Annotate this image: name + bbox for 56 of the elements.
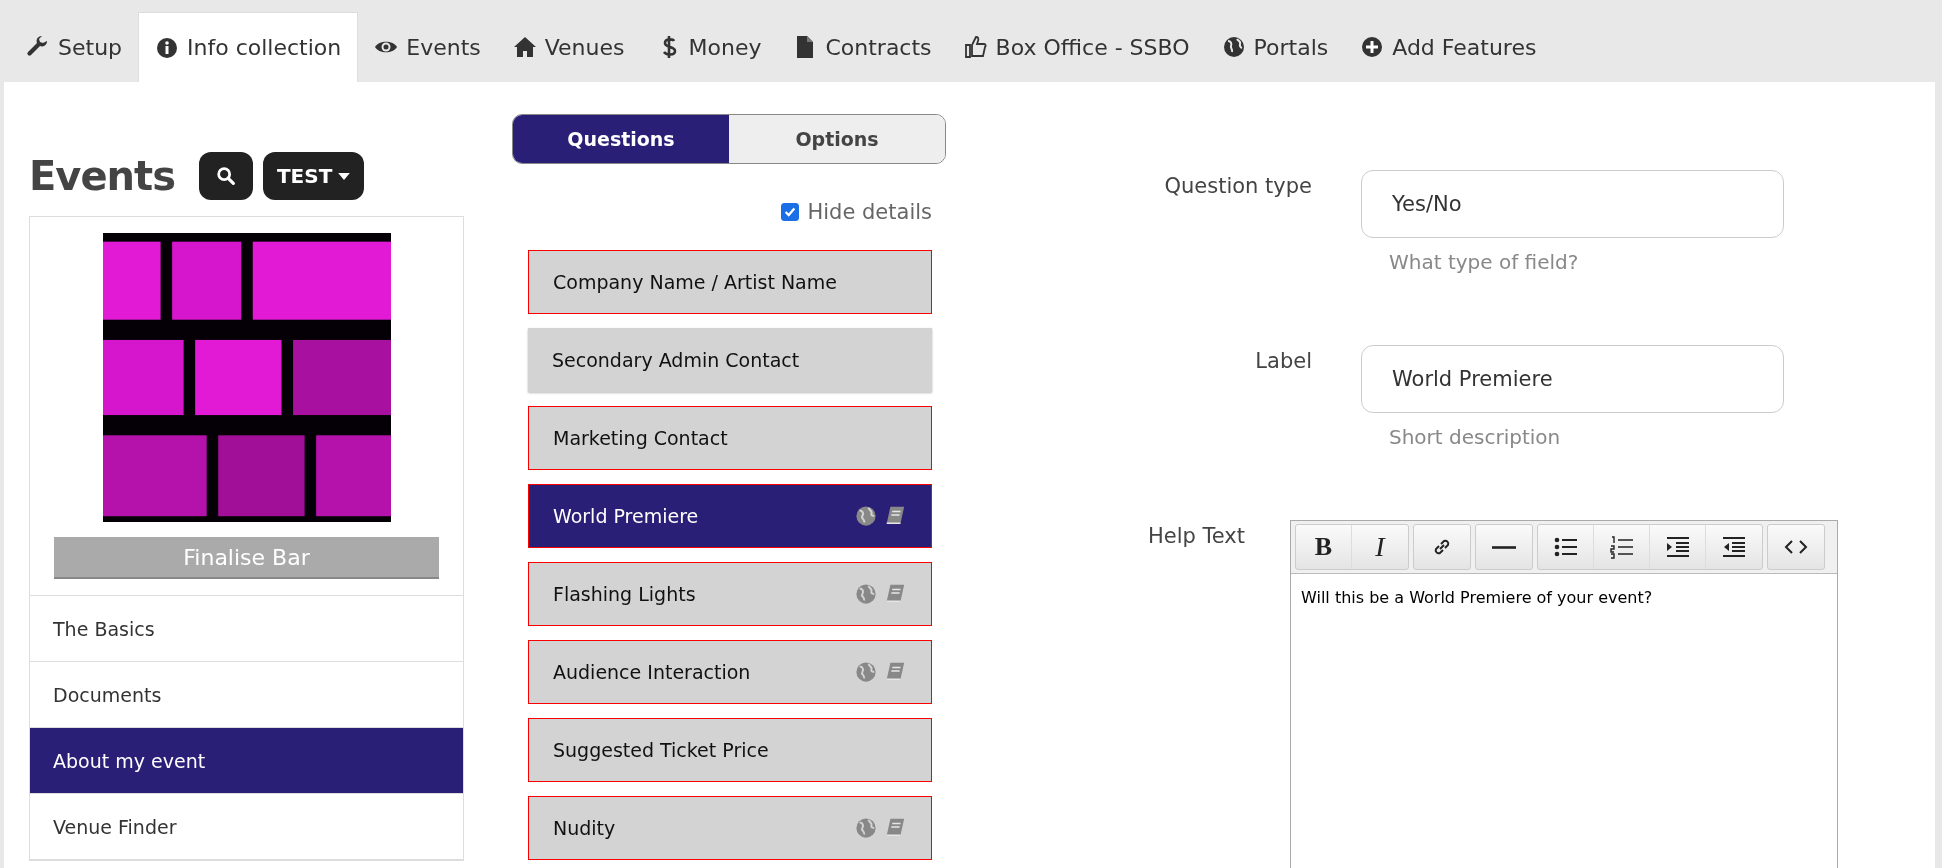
question-item[interactable]: Suggested Ticket Price [528,718,932,782]
sidebar-item[interactable]: The Basics [30,596,463,662]
search-button[interactable] [198,152,253,200]
question-item[interactable]: Flashing Lights [528,562,932,626]
checkbox[interactable] [781,203,800,221]
numbered-list-icon [1609,535,1634,559]
filter-dropdown[interactable]: TEST [262,152,365,200]
help-text: What type of field? [1388,249,1580,274]
wrench-icon [26,35,50,59]
nav-tab[interactable]: Contracts [777,12,948,82]
nav-tab[interactable]: Add Features [1344,12,1553,82]
question-item[interactable]: Company Name / Artist Name [528,250,932,314]
segment-tab[interactable]: Questions [513,115,729,163]
nav-tab[interactable]: Setup [10,12,139,82]
indent-icon [1665,535,1690,559]
globe-icon [855,661,877,683]
nav-tab[interactable]: Events [358,12,497,82]
segment-tab[interactable]: Options [729,115,945,163]
thumbs-up-icon [963,35,988,59]
globe-icon [1221,35,1246,59]
question-type-field[interactable]: Yes/No [1361,170,1784,238]
checkbox-label: Hide details [807,200,932,224]
page-title: Events [29,153,175,199]
nav-tab[interactable]: Money [640,12,778,82]
question-item[interactable]: Secondary Admin Contact [528,328,932,392]
field-label: Help Text [1146,523,1245,550]
status-bar: Finalise Bar [54,537,439,579]
info-icon [155,35,180,60]
globe-icon [855,817,877,839]
italic-button[interactable]: I [1352,525,1408,569]
field-label: Question type [1163,173,1312,200]
outdent-icon [1722,535,1746,559]
question-item[interactable]: Marketing Contact [528,406,932,470]
bulleted-list-icon [1553,535,1578,559]
question-item[interactable]: World Premiere [528,484,932,548]
sidebar-item[interactable]: About my event [30,728,463,794]
globe-icon [855,505,877,527]
plus-icon [1360,35,1385,59]
label-field[interactable]: World Premiere [1361,345,1784,413]
field-label: Label [1254,348,1312,375]
nav-tab[interactable]: Portals [1205,12,1345,82]
horizontal-rule-icon [1492,545,1516,549]
caret-icon [338,172,351,180]
nav-tab[interactable]: Info collection [138,12,359,82]
bold-button[interactable]: B [1296,525,1352,569]
question-item[interactable]: Audience Interaction [528,640,932,704]
sidebar-item[interactable]: Venue Finder [30,794,463,860]
nav-tab[interactable]: Box Office - SSBO [947,12,1206,82]
nav-tab[interactable]: Venues [496,12,641,82]
home-icon [512,35,537,59]
globe-icon [855,583,877,605]
help-text-content: Will this be a World Premiere of your event? [1301,588,1654,607]
help-text: Short description [1388,424,1562,449]
check-icon [783,205,798,219]
question-item[interactable]: Nudity [528,796,932,860]
search-icon [214,165,237,187]
